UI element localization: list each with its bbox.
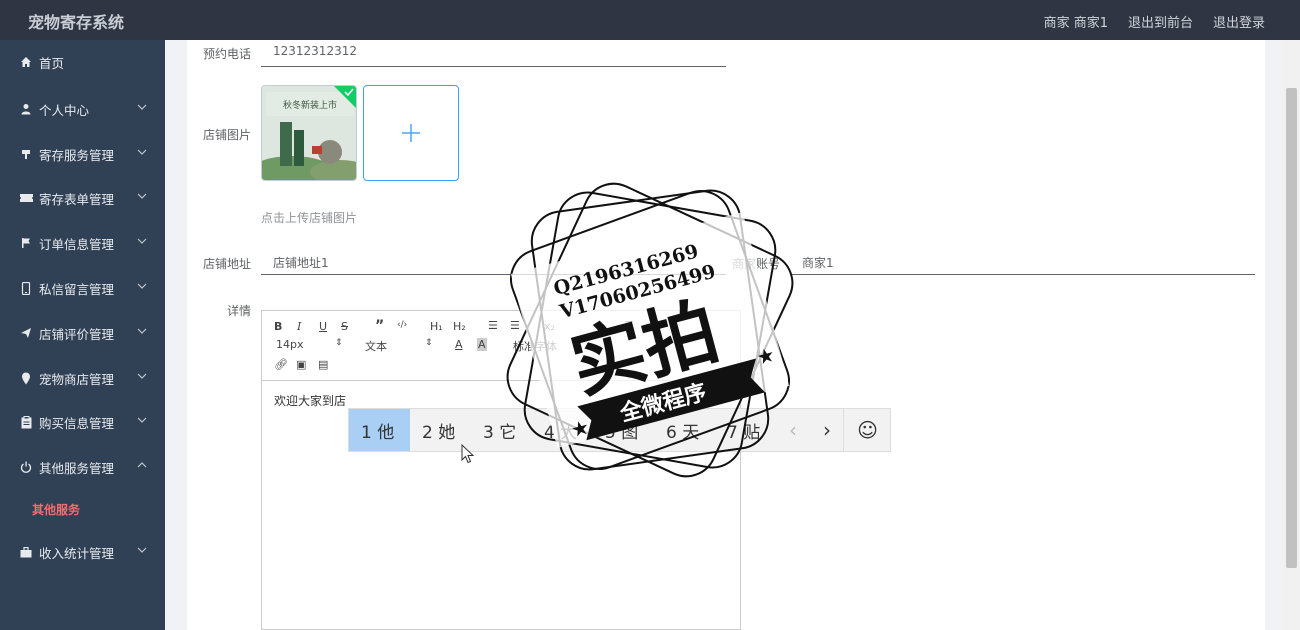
bold-icon[interactable]: B [274,320,282,333]
shop-image-label: 店铺图片 [203,128,252,142]
upload-hint: 点击上传店铺图片 [261,211,358,225]
chevron-down-icon [137,283,147,289]
image-icon[interactable]: ▣ [296,358,306,371]
sidebar-item-label: 其他服务管理 [39,460,115,476]
exit-to-front-link[interactable]: 退出到前台 [1128,12,1193,31]
sidebar-item-label: 寄存服务管理 [39,147,115,163]
ordered-list-icon[interactable]: ☰ [488,319,498,332]
sidebar-item-label: 店铺评价管理 [39,326,115,342]
chevron-down-icon [137,238,147,244]
watermark-stamp: Q2196316269 V17060256499 实拍 全微程序 ★ ★ [506,182,794,478]
video-icon[interactable]: ▤ [318,358,328,371]
sidebar-item-label: 购买信息管理 [39,415,115,431]
sidebar-item-order-info[interactable]: 订单信息管理 [0,221,165,265]
shop-image-thumbnail[interactable]: 秋冬新装上市 [261,85,357,181]
sidebar-item-label: 个人中心 [39,102,90,118]
sidebar-item-label: 收入统计管理 [39,545,115,561]
flag-icon [19,237,33,249]
sidebar-item-income-stats[interactable]: 收入统计管理 [0,530,165,574]
sidebar-item-label: 宠物商店管理 [39,371,115,387]
sidebar-item-home[interactable]: 首页 [0,40,165,84]
sidebar-item-other-service[interactable]: 其他服务管理 [0,445,165,489]
editor-content[interactable]: 欢迎大家到店 [274,392,346,409]
sidebar-item-label: 订单信息管理 [39,236,115,252]
ime-next-button[interactable]: › [811,409,843,451]
sidebar-item-pet-shop[interactable]: 宠物商店管理 [0,356,165,400]
chevron-down-icon [137,104,147,110]
italic-icon[interactable]: I [297,320,301,333]
upload-image-button[interactable] [363,85,459,181]
app-title: 宠物寄存系统 [28,13,125,32]
chevron-down-icon [137,193,147,199]
chevron-down-icon [137,373,147,379]
flag-icon [19,148,33,160]
ime-candidate[interactable]: 1 他 [349,409,410,451]
sidebar-item-personal-center[interactable]: 个人中心 [0,87,165,131]
block-type-select[interactable]: 文本 [365,338,387,354]
phone-input[interactable]: 12312312312 [261,44,726,67]
phone-icon [19,281,33,295]
power-icon [19,461,33,473]
chevron-down-icon [137,328,147,334]
font-color-icon[interactable]: A [455,338,463,351]
account-input[interactable]: 商家1 [790,254,1255,275]
code-icon[interactable]: ‹/› [397,320,407,330]
location-icon [19,372,33,385]
chevron-down-icon [137,149,147,155]
font-size-select[interactable]: 14px [276,338,304,351]
background-color-icon[interactable]: A [477,338,487,351]
sidebar-item-label: 私信留言管理 [39,281,115,297]
link-icon[interactable]: 🔗︎ [274,358,288,371]
heading2-icon[interactable]: H₂ [453,320,466,333]
quote-icon[interactable]: ” [375,318,384,334]
clipboard-icon [19,415,33,429]
mouse-cursor-icon [461,444,475,464]
detail-label: 详情 [227,304,252,318]
sidebar-item-label: 首页 [39,55,65,71]
sidebar-item-shop-review[interactable]: 店铺评价管理 [0,311,165,355]
logout-link[interactable]: 退出登录 [1213,12,1265,31]
ticket-icon [19,193,33,203]
sidebar-item-purchase-info[interactable]: 购买信息管理 [0,400,165,444]
send-icon [19,327,33,339]
sidebar-item-storage-service[interactable]: 寄存服务管理 [0,132,165,176]
check-icon [334,86,356,108]
plus-icon [402,124,420,142]
sidebar-item-label: 寄存表单管理 [39,191,115,207]
chevron-down-icon [137,547,147,553]
sidebar-subitem-other-service[interactable]: 其他服务 [32,501,80,518]
sidebar-item-private-message[interactable]: 私信留言管理 [0,266,165,310]
underline-icon[interactable]: U [319,320,327,333]
phone-label: 预约电话 [203,47,252,61]
briefcase-icon [19,546,33,558]
strikethrough-icon[interactable]: S [341,320,348,333]
sidebar-item-storage-form[interactable]: 寄存表单管理 [0,176,165,220]
scrollbar-thumb[interactable] [1286,88,1297,568]
merchant-user-link[interactable]: 商家 商家1 [1044,12,1108,31]
chevron-down-icon [137,417,147,423]
heading1-icon[interactable]: H₁ [430,320,443,333]
address-label: 店铺地址 [203,257,252,271]
emoji-icon[interactable]: ☺ [843,409,891,451]
home-icon [19,56,33,68]
block-type-arrows-icon: ⇕ [425,338,433,348]
chevron-up-icon [137,462,147,468]
font-size-arrows-icon: ⇕ [335,338,343,348]
top-bar: 宠物寄存系统 商家 商家1 退出到前台 退出登录 [0,0,1300,40]
top-links: 商家 商家1 退出到前台 退出登录 [1044,12,1265,31]
user-icon [19,103,33,115]
